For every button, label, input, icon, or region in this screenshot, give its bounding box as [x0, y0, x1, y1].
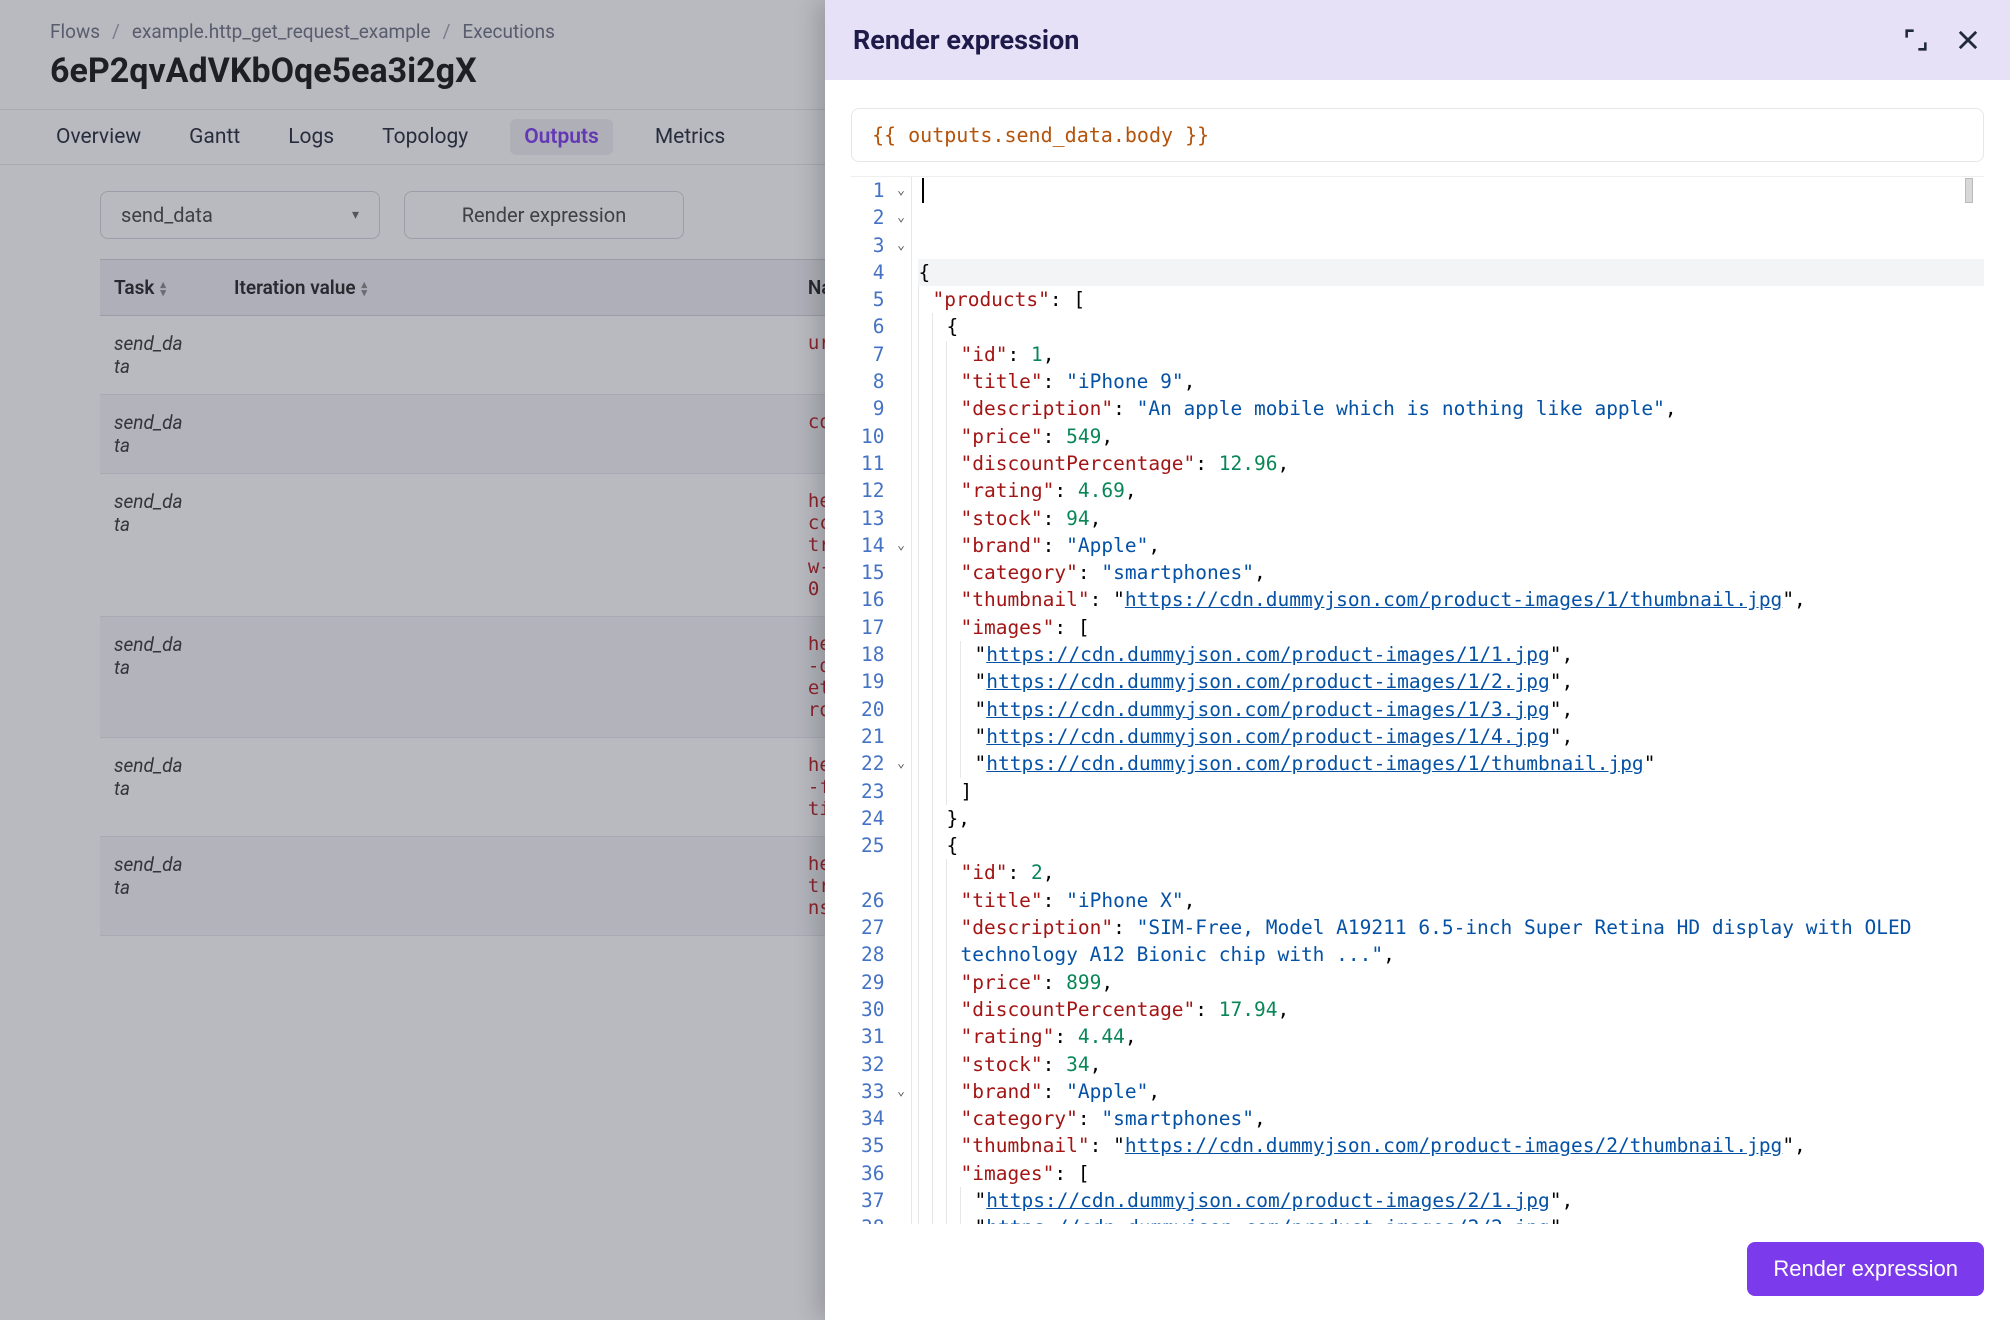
fold-toggle[interactable]: ⌄: [890, 177, 911, 204]
fold-toggle[interactable]: [890, 1214, 911, 1224]
fold-toggle[interactable]: [890, 614, 911, 641]
fold-toggle[interactable]: [890, 641, 911, 668]
fold-toggle[interactable]: [890, 313, 911, 340]
fold-toggle[interactable]: [890, 914, 911, 941]
code-line: "description": "An apple mobile which is…: [918, 395, 1984, 422]
fold-toggle[interactable]: [890, 1132, 911, 1159]
fold-toggle[interactable]: [890, 668, 911, 695]
fold-toggle[interactable]: [890, 450, 911, 477]
fold-toggle[interactable]: [890, 778, 911, 805]
expression-input[interactable]: {{ outputs.send_data.body }}: [851, 108, 1984, 162]
code-line: "discountPercentage": 12.96,: [918, 450, 1984, 477]
code-line: {: [918, 313, 1984, 340]
code-viewer[interactable]: 1234567891011121314151617181920212223242…: [851, 176, 1984, 1224]
code-line: {: [918, 832, 1984, 859]
fold-toggle[interactable]: ⌄: [890, 204, 911, 231]
code-line: "discountPercentage": 17.94,: [918, 996, 1984, 1023]
fold-toggle[interactable]: [890, 1023, 911, 1050]
fold-toggle[interactable]: [890, 423, 911, 450]
fold-toggle[interactable]: [890, 505, 911, 532]
fold-toggle[interactable]: [890, 1105, 911, 1132]
code-line: "id": 2,: [918, 859, 1984, 886]
code-line: "id": 1,: [918, 341, 1984, 368]
fold-toggle[interactable]: [890, 805, 911, 832]
code-line: "title": "iPhone 9",: [918, 368, 1984, 395]
code-line: ]: [918, 778, 1984, 805]
text-cursor: [922, 178, 924, 203]
code-line: "images": [: [918, 1160, 1984, 1187]
code-line: "category": "smartphones",: [918, 1105, 1984, 1132]
code-line: "https://cdn.dummyjson.com/product-image…: [918, 1214, 1984, 1224]
code-line: "brand": "Apple",: [918, 532, 1984, 559]
code-line: "thumbnail": "https://cdn.dummyjson.com/…: [918, 1132, 1984, 1159]
fold-toggle[interactable]: [890, 1187, 911, 1214]
fold-toggle[interactable]: [890, 887, 911, 914]
code-line: "https://cdn.dummyjson.com/product-image…: [918, 641, 1984, 668]
fold-toggle[interactable]: [890, 859, 911, 886]
code-line: "https://cdn.dummyjson.com/product-image…: [918, 668, 1984, 695]
fold-toggle[interactable]: [890, 996, 911, 1023]
line-gutter: 1234567891011121314151617181920212223242…: [851, 177, 890, 1224]
code-line: "description": "SIM-Free, Model A19211 6…: [918, 914, 1984, 941]
code-line: technology A12 Bionic chip with ...",: [918, 941, 1984, 968]
code-line: "products": [: [918, 286, 1984, 313]
expand-icon[interactable]: [1902, 26, 1930, 54]
code-line: "price": 899,: [918, 969, 1984, 996]
code-line: "https://cdn.dummyjson.com/product-image…: [918, 750, 1984, 777]
panel-body: {{ outputs.send_data.body }} 12345678910…: [825, 80, 2010, 1224]
code-line: "category": "smartphones",: [918, 559, 1984, 586]
panel-title: Render expression: [853, 24, 1079, 56]
fold-toggle[interactable]: [890, 1160, 911, 1187]
code-line: "stock": 94,: [918, 505, 1984, 532]
expression-text: {{ outputs.send_data.body }}: [872, 123, 1209, 147]
code-line: "brand": "Apple",: [918, 1078, 1984, 1105]
code-line: "price": 549,: [918, 423, 1984, 450]
fold-toggle[interactable]: ⌄: [890, 1078, 911, 1105]
fold-toggle[interactable]: [890, 586, 911, 613]
fold-toggle[interactable]: [890, 395, 911, 422]
close-icon[interactable]: [1954, 26, 1982, 54]
render-expression-panel: Render expression {{ outputs.send_data.b…: [825, 0, 2010, 1320]
fold-toggle[interactable]: [890, 559, 911, 586]
fold-toggle[interactable]: ⌄: [890, 532, 911, 559]
fold-toggle[interactable]: [890, 696, 911, 723]
fold-toggle[interactable]: [890, 259, 911, 286]
code-line: "rating": 4.69,: [918, 477, 1984, 504]
fold-toggle[interactable]: [890, 368, 911, 395]
fold-toggle[interactable]: [890, 477, 911, 504]
code-line: "https://cdn.dummyjson.com/product-image…: [918, 696, 1984, 723]
fold-toggle[interactable]: ⌄: [890, 750, 911, 777]
code-line: "title": "iPhone X",: [918, 887, 1984, 914]
fold-column[interactable]: ⌄⌄⌄⌄⌄⌄: [890, 177, 912, 1224]
fold-toggle[interactable]: ⌄: [890, 232, 911, 259]
fold-toggle[interactable]: [890, 286, 911, 313]
fold-toggle[interactable]: [890, 941, 911, 968]
code-line: "rating": 4.44,: [918, 1023, 1984, 1050]
fold-toggle[interactable]: [890, 341, 911, 368]
panel-header: Render expression: [825, 0, 2010, 80]
panel-footer: Render expression: [825, 1224, 2010, 1320]
code-line: "images": [: [918, 614, 1984, 641]
fold-toggle[interactable]: [890, 723, 911, 750]
fold-toggle[interactable]: [890, 1051, 911, 1078]
code-line: },: [918, 805, 1984, 832]
fold-toggle[interactable]: [890, 832, 911, 859]
fold-toggle[interactable]: [890, 969, 911, 996]
code-line: "https://cdn.dummyjson.com/product-image…: [918, 1187, 1984, 1214]
render-expression-button[interactable]: Render expression: [1747, 1242, 1984, 1296]
bracket-highlight: [1965, 178, 1973, 203]
code-line: "stock": 34,: [918, 1051, 1984, 1078]
code-line: "https://cdn.dummyjson.com/product-image…: [918, 723, 1984, 750]
code-line: "thumbnail": "https://cdn.dummyjson.com/…: [918, 586, 1984, 613]
code-line: {: [918, 259, 1984, 286]
code-lines: {"products": [{"id": 1,"title": "iPhone …: [912, 177, 1984, 1224]
